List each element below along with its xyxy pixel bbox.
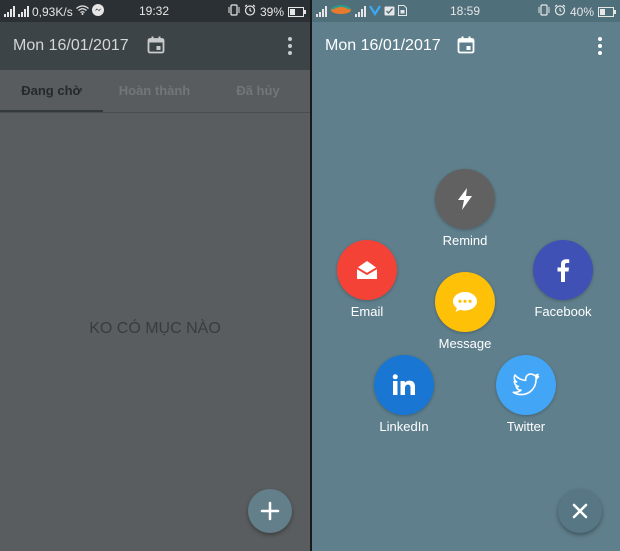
toolbar: Mon 16/01/2017 <box>312 22 620 70</box>
signal-icon <box>316 6 327 17</box>
calendar-icon[interactable] <box>457 36 475 54</box>
share-label: Twitter <box>506 419 546 434</box>
share-circle <box>435 272 495 332</box>
twitter-icon <box>512 373 540 396</box>
status-bar: 18:59 40% <box>312 0 620 22</box>
right-screen: 18:59 40% Mon 16/01/2017 Remind Email Fa… <box>312 0 620 551</box>
battery-icon <box>288 6 306 17</box>
tab-pending[interactable]: Đang chờ <box>0 70 103 112</box>
alarm-icon <box>554 4 566 19</box>
empty-state-text: KO CÓ MỤC NÀO <box>89 320 221 337</box>
share-circle <box>533 240 593 300</box>
signal-icon <box>4 6 15 17</box>
share-label: Facebook <box>534 304 592 319</box>
close-icon <box>572 503 588 519</box>
status-time: 19:32 <box>139 4 170 18</box>
share-email-button[interactable]: Email <box>332 240 402 319</box>
share-circle <box>337 240 397 300</box>
share-label: Email <box>350 304 384 319</box>
date-title[interactable]: Mon 16/01/2017 <box>13 37 129 55</box>
share-twitter-button[interactable]: Twitter <box>491 355 561 434</box>
share-label: LinkedIn <box>379 419 429 434</box>
share-circle <box>374 355 434 415</box>
plus-icon <box>260 501 280 521</box>
battery-percent: 39% <box>259 4 284 19</box>
close-menu-button[interactable] <box>558 489 602 533</box>
calendar-icon[interactable] <box>147 36 165 54</box>
signal-icon <box>355 6 366 17</box>
share-linkedin-button[interactable]: LinkedIn <box>369 355 439 434</box>
tab-cancelled[interactable]: Đã hủy <box>206 70 310 112</box>
share-message-button[interactable]: Message <box>430 272 500 351</box>
share-remind-button[interactable]: Remind <box>430 169 500 248</box>
network-speed: 0,93K/s <box>32 4 73 19</box>
status-bar: 0,93K/s 19:32 39% <box>0 0 310 22</box>
flash-icon <box>458 188 472 210</box>
messenger-icon <box>91 4 104 19</box>
more-options-icon[interactable] <box>287 36 293 56</box>
battery-icon <box>598 6 616 17</box>
tab-bar: Đang chờ Hoàn thành Đã hủy <box>0 70 310 113</box>
facebook-icon <box>557 259 570 282</box>
message-icon <box>453 292 477 312</box>
wifi-icon <box>75 5 89 18</box>
share-facebook-button[interactable]: Facebook <box>528 240 598 319</box>
tab-completed[interactable]: Hoàn thành <box>103 70 206 112</box>
vibrate-icon <box>228 4 240 19</box>
sim-card-icon <box>398 4 407 19</box>
status-time: 18:59 <box>450 4 481 18</box>
email-icon <box>356 261 378 279</box>
add-button[interactable] <box>248 489 292 533</box>
toolbar: Mon 16/01/2017 <box>0 22 310 70</box>
app-notification-icon <box>369 4 381 19</box>
share-label: Remind <box>442 233 488 248</box>
share-circle <box>496 355 556 415</box>
check-notification-icon <box>384 5 395 19</box>
battery-percent: 40% <box>569 4 594 19</box>
carrier-logo-icon <box>330 4 352 19</box>
share-label: Message <box>438 336 492 351</box>
date-title[interactable]: Mon 16/01/2017 <box>325 37 441 55</box>
linkedin-icon <box>392 374 415 395</box>
alarm-icon <box>244 4 256 19</box>
signal-icon <box>18 6 29 17</box>
share-circle <box>435 169 495 229</box>
left-screen: 0,93K/s 19:32 39% Mon 16/01/2017 Đang ch… <box>0 0 310 551</box>
more-options-icon[interactable] <box>597 36 603 56</box>
vibrate-icon <box>538 4 550 19</box>
